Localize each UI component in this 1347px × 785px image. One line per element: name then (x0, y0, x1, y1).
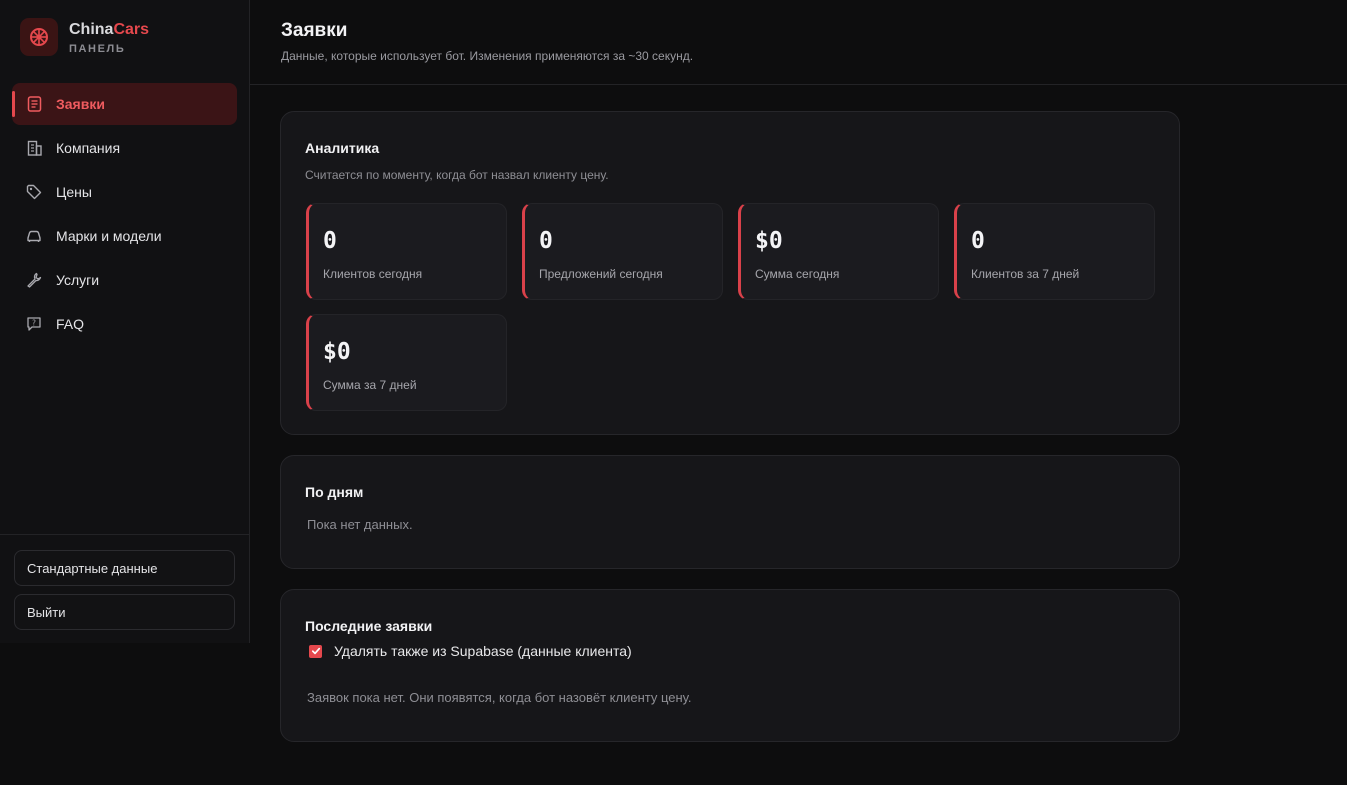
stat-label: Клиентов за 7 дней (971, 267, 1080, 281)
sidebar-item-brands-models[interactable]: Марки и модели (12, 215, 237, 257)
sidebar-item-faq[interactable]: ? FAQ (12, 303, 237, 345)
stat-value: $0 (755, 228, 783, 254)
sidebar-footer: Стандартные данные Выйти (0, 534, 249, 643)
sidebar-item-label: Компания (56, 140, 121, 156)
stat-offers-today: 0 Предложений сегодня (522, 203, 723, 300)
sidebar-item-requests[interactable]: Заявки (12, 83, 237, 125)
sidebar-item-label: FAQ (56, 316, 85, 332)
stat-sum-7-days: $0 Сумма за 7 дней (306, 314, 507, 411)
recent-requests-title: Последние заявки (305, 618, 433, 634)
wheel-logo-icon (20, 18, 58, 56)
stat-label: Сумма сегодня (755, 267, 840, 281)
stat-sum-today: $0 Сумма сегодня (738, 203, 939, 300)
stat-label: Предложений сегодня (539, 267, 663, 281)
page-subtitle: Данные, которые использует бот. Изменени… (281, 49, 694, 63)
logout-button[interactable]: Выйти (14, 594, 235, 630)
stat-label: Клиентов сегодня (323, 267, 423, 281)
stat-clients-today: 0 Клиентов сегодня (306, 203, 507, 300)
tag-icon (26, 184, 42, 200)
stat-value: $0 (323, 339, 351, 365)
recent-requests-card: Последние заявки Удалять также из Supaba… (280, 589, 1180, 742)
by-days-empty-text: Пока нет данных. (307, 517, 413, 532)
page-title: Заявки (281, 20, 348, 41)
building-icon (26, 140, 42, 156)
stat-value: 0 (323, 228, 337, 254)
sidebar-item-label: Услуги (56, 272, 100, 288)
stat-label: Сумма за 7 дней (323, 378, 417, 392)
default-data-button[interactable]: Стандартные данные (14, 550, 235, 586)
sidebar-item-prices[interactable]: Цены (12, 171, 237, 213)
analytics-card: Аналитика Считается по моменту, когда бо… (280, 111, 1180, 435)
app: ChinaCars ПАНЕЛЬ Заявки Компания Цены Ма… (0, 0, 1347, 785)
brand-name-part1: China (69, 20, 114, 38)
wrench-icon (26, 272, 42, 288)
analytics-subtitle: Считается по моменту, когда бот назвал к… (305, 168, 609, 182)
car-icon (26, 228, 42, 244)
sidebar-nav: Заявки Компания Цены Марки и модели Услу… (12, 83, 237, 347)
sidebar-item-label: Цены (56, 184, 92, 200)
brand-subtitle: ПАНЕЛЬ (69, 42, 126, 55)
delete-from-supabase-toggle[interactable]: Удалять также из Supabase (данные клиент… (309, 643, 632, 659)
stat-clients-7-days: 0 Клиентов за 7 дней (954, 203, 1155, 300)
checkbox-label: Удалять также из Supabase (данные клиент… (334, 643, 632, 659)
stat-value: 0 (539, 228, 553, 254)
by-days-card: По дням Пока нет данных. (280, 455, 1180, 569)
analytics-title: Аналитика (305, 140, 380, 156)
brand-name: ChinaCars (69, 20, 149, 40)
svg-text:?: ? (32, 318, 36, 327)
sidebar: ChinaCars ПАНЕЛЬ Заявки Компания Цены Ма… (0, 0, 250, 643)
sidebar-item-label: Заявки (56, 96, 105, 112)
sidebar-item-label: Марки и модели (56, 228, 162, 244)
sidebar-item-services[interactable]: Услуги (12, 259, 237, 301)
by-days-title: По дням (305, 484, 364, 500)
help-chat-icon: ? (26, 316, 42, 332)
document-icon (26, 96, 42, 112)
sidebar-item-company[interactable]: Компания (12, 127, 237, 169)
page-header: Заявки Данные, которые использует бот. И… (250, 0, 1347, 85)
checkbox-checked-icon[interactable] (309, 644, 322, 658)
recent-requests-empty-text: Заявок пока нет. Они появятся, когда бот… (307, 690, 692, 705)
brand-name-part2: Cars (113, 20, 150, 38)
stat-value: 0 (971, 228, 985, 254)
brand[interactable]: ChinaCars ПАНЕЛЬ (20, 18, 149, 56)
